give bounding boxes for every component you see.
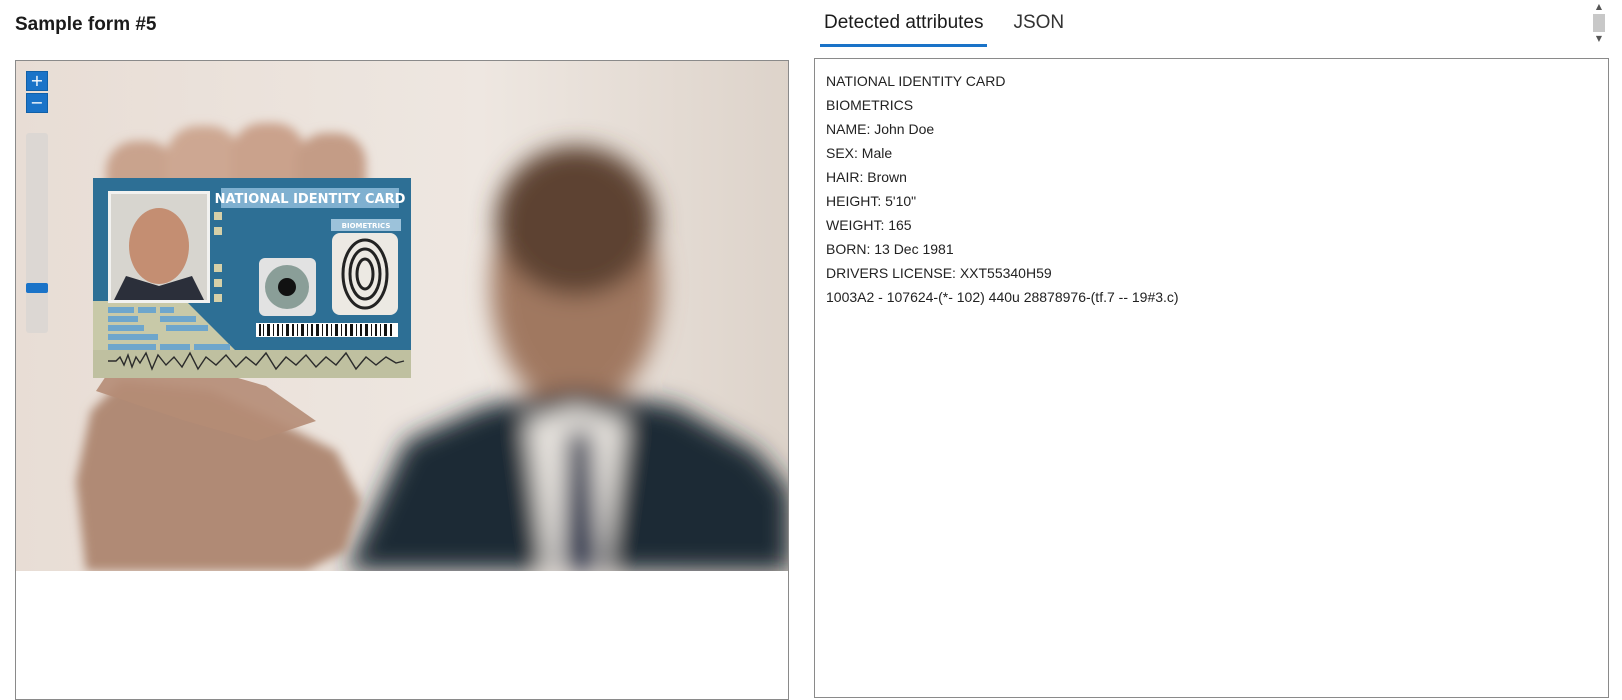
zoom-in-button[interactable]: +	[26, 71, 48, 91]
attribute-line: HEIGHT: 5'10"	[826, 193, 917, 209]
attribute-line: BIOMETRICS	[826, 97, 914, 113]
tab-json[interactable]: JSON	[1009, 0, 1068, 44]
id-card-photo: NATIONAL IDENTITY CARD BIOMETRICS	[16, 61, 788, 571]
attribute-line: NATIONAL IDENTITY CARD	[826, 73, 1006, 89]
image-viewer[interactable]: NATIONAL IDENTITY CARD BIOMETRICS + −	[15, 60, 789, 700]
attribute-line: SEX: Male	[826, 145, 893, 161]
zoom-slider-thumb[interactable]	[26, 283, 48, 294]
attribute-line: 1003A2 - 107624-(*- 102) 440u 28878976-(…	[826, 289, 1179, 305]
scrollbar-thumb[interactable]	[1593, 14, 1605, 32]
zoom-controls: + −	[26, 71, 50, 113]
detected-attributes-panel: NATIONAL IDENTITY CARD BIOMETRICS NAME: …	[814, 58, 1609, 698]
card-subtitle-text: BIOMETRICS	[342, 222, 391, 230]
scroll-down-icon[interactable]: ▼	[1592, 34, 1606, 44]
zoom-out-button[interactable]: −	[26, 93, 48, 113]
scroll-up-icon[interactable]: ▲	[1592, 2, 1606, 12]
tabs-scrollbar[interactable]: ▲ ▼	[1592, 2, 1606, 46]
attribute-line: BORN: 13 Dec 1981	[826, 241, 954, 257]
id-card: NATIONAL IDENTITY CARD BIOMETRICS	[93, 178, 411, 378]
attribute-line: WEIGHT: 165	[826, 217, 912, 233]
card-title-text: NATIONAL IDENTITY CARD	[215, 192, 406, 207]
attribute-line: HAIR: Brown	[826, 169, 907, 185]
sample-form-title: Sample form #5	[15, 14, 157, 35]
attribute-line: NAME: John Doe	[826, 121, 935, 137]
zoom-slider[interactable]	[26, 133, 48, 333]
attribute-line: DRIVERS LICENSE: XXT55340H59	[826, 265, 1052, 281]
tab-detected-attributes[interactable]: Detected attributes	[820, 0, 988, 47]
result-tabs: Detected attributes JSON	[820, 0, 1090, 47]
